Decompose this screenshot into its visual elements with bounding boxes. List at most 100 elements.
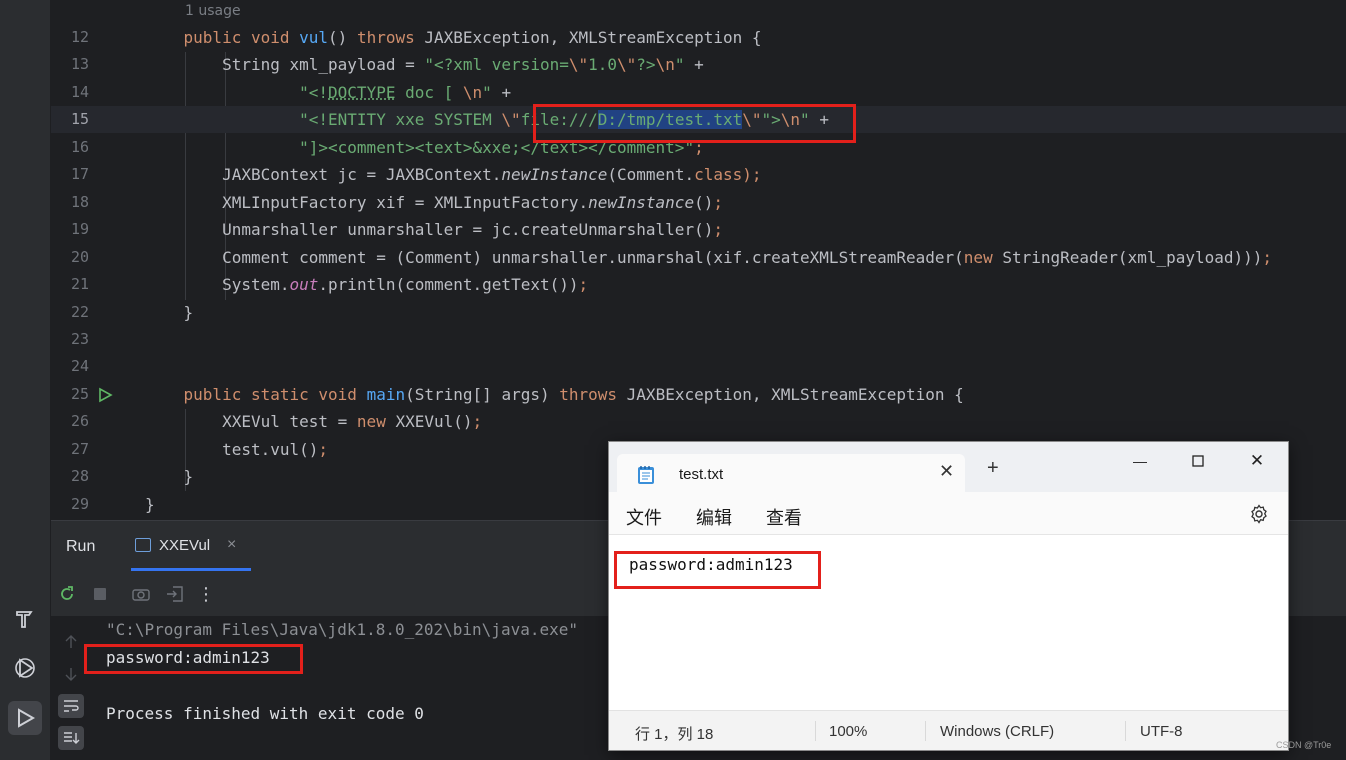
build-hammer-icon[interactable] xyxy=(8,602,42,636)
code-token: void xyxy=(318,384,357,404)
run-tool-icon[interactable] xyxy=(8,701,42,735)
code-token: \" xyxy=(742,110,762,130)
close-tab-icon[interactable]: × xyxy=(227,536,236,554)
scroll-down-icon[interactable] xyxy=(58,662,84,686)
code-token: "<!ENTITY xxe SYSTEM xyxy=(299,110,502,130)
code-token: newInstance xyxy=(588,192,695,212)
line-number[interactable]: 28 xyxy=(51,463,89,490)
line-number[interactable]: 17 xyxy=(51,161,89,188)
code-line[interactable]: 26 XXEVul test = new XXEVul(); xyxy=(51,408,1346,435)
notepad-titlebar[interactable]: test.txt ✕ + — ✕ xyxy=(609,442,1288,492)
code-token: Unmarshaller unmarshaller = jc.createUnm… xyxy=(145,220,714,240)
usage-hint[interactable]: 1 usage xyxy=(185,0,241,22)
code-line[interactable]: 12 public void vul() throws JAXBExceptio… xyxy=(51,24,1346,51)
line-number[interactable]: 12 xyxy=(51,24,89,51)
menu-edit[interactable]: 编辑 xyxy=(696,504,732,530)
code-token: new xyxy=(963,247,993,267)
new-tab-icon[interactable]: + xyxy=(987,458,999,478)
code-line[interactable]: 20 Comment comment = (Comment) unmarshal… xyxy=(51,244,1346,271)
code-line[interactable]: 23 xyxy=(51,326,1346,353)
run-main-gutter-icon[interactable] xyxy=(97,387,113,403)
line-number[interactable]: 27 xyxy=(51,436,89,463)
code-token: \n xyxy=(462,82,483,102)
code-text: } xyxy=(145,299,194,326)
notepad-text-area[interactable]: password:admin123 xyxy=(609,535,1288,710)
code-line[interactable]: 22 } xyxy=(51,299,1346,326)
code-token: newInstance xyxy=(501,165,608,185)
code-token: ; xyxy=(318,439,329,459)
notepad-statusbar: 行 1，列 18 100% Windows (CRLF) UTF-8 xyxy=(609,710,1288,750)
console-line: password:admin123 xyxy=(106,648,270,667)
line-number[interactable]: 13 xyxy=(51,51,89,78)
watermark: CSDN @Tr0e xyxy=(1276,740,1332,750)
close-window-icon[interactable]: ✕ xyxy=(1242,450,1272,472)
notepad-tab[interactable]: test.txt ✕ xyxy=(617,454,965,492)
scroll-up-icon[interactable] xyxy=(58,630,84,654)
code-text: String xml_payload = "<?xml version=\"1.… xyxy=(145,51,704,78)
line-number[interactable]: 22 xyxy=(51,299,89,326)
restore-layout-icon[interactable] xyxy=(165,584,185,604)
more-options-icon[interactable]: ⋮ xyxy=(196,584,216,605)
line-number[interactable]: 18 xyxy=(51,189,89,216)
line-number[interactable]: 20 xyxy=(51,244,89,271)
code-token: public xyxy=(183,28,242,47)
code-token: \" xyxy=(617,55,637,75)
code-token: throws xyxy=(356,28,415,47)
code-line[interactable]: 21 System.out.println(comment.getText())… xyxy=(51,271,1346,298)
notepad-window[interactable]: test.txt ✕ + — ✕ 文件 编辑 查看 password:admin… xyxy=(608,441,1289,751)
code-token: (String[] args) xyxy=(405,384,560,404)
line-number[interactable]: 15 xyxy=(51,106,89,133)
code-token: D:/tmp/test.txt xyxy=(597,110,743,130)
code-line[interactable]: 15 "<!ENTITY xxe SYSTEM \"file:///D:/tmp… xyxy=(51,106,1346,134)
notepad-app-icon xyxy=(637,465,655,485)
status-divider xyxy=(925,721,926,741)
settings-gear-icon[interactable] xyxy=(1249,504,1269,524)
code-line[interactable]: 13 String xml_payload = "<?xml version=\… xyxy=(51,51,1346,78)
code-token: () xyxy=(694,192,714,212)
code-token: " xyxy=(800,110,810,130)
menu-view[interactable]: 查看 xyxy=(766,504,802,530)
line-number[interactable]: 29 xyxy=(51,491,89,518)
terminal-icon[interactable] xyxy=(8,750,42,760)
code-text: XXEVul test = new XXEVul(); xyxy=(145,408,482,435)
code-line[interactable]: 18 XMLInputFactory xif = XMLInputFactory… xyxy=(51,189,1346,216)
line-number[interactable]: 19 xyxy=(51,216,89,243)
camera-icon[interactable] xyxy=(131,584,151,604)
close-tab-icon[interactable]: ✕ xyxy=(939,461,954,482)
code-line[interactable]: 25 public static void main(String[] args… xyxy=(51,381,1346,408)
menu-file[interactable]: 文件 xyxy=(626,504,662,530)
line-number[interactable]: 16 xyxy=(51,134,89,161)
code-token: Comment comment = (Comment) unmarshaller… xyxy=(145,247,964,267)
status-cursor-position[interactable]: 行 1，列 18 xyxy=(635,723,713,744)
minimize-icon[interactable]: — xyxy=(1125,450,1155,472)
soft-wrap-icon[interactable] xyxy=(58,694,84,718)
code-token: public xyxy=(183,384,242,404)
line-number[interactable]: 26 xyxy=(51,408,89,435)
code-line[interactable]: 16 "]><comment><text>&xxe;</text></comme… xyxy=(51,134,1346,161)
code-text: public static void main(String[] args) t… xyxy=(145,381,964,408)
run-config-tab[interactable]: XXEVul × xyxy=(131,521,251,571)
code-text: "<!DOCTYPE doc [ \n" + xyxy=(145,79,511,106)
line-number[interactable]: 25 xyxy=(51,381,89,408)
status-line-ending[interactable]: Windows (CRLF) xyxy=(940,723,1054,740)
code-line[interactable]: 24 xyxy=(51,353,1346,380)
line-number[interactable]: 21 xyxy=(51,271,89,298)
line-number[interactable]: 24 xyxy=(51,353,89,380)
console-line: Process finished with exit code 0 xyxy=(106,704,424,723)
line-number[interactable]: 14 xyxy=(51,79,89,106)
code-token: "<! xyxy=(299,82,329,102)
scroll-to-end-icon[interactable] xyxy=(58,726,84,750)
line-number[interactable]: 23 xyxy=(51,326,89,353)
stop-icon[interactable] xyxy=(90,584,110,604)
status-encoding[interactable]: UTF-8 xyxy=(1140,723,1183,740)
status-zoom[interactable]: 100% xyxy=(829,723,867,740)
services-icon[interactable] xyxy=(8,651,42,685)
rerun-icon[interactable] xyxy=(57,584,77,604)
notepad-tab-title: test.txt xyxy=(679,466,724,483)
code-line[interactable]: 19 Unmarshaller unmarshaller = jc.create… xyxy=(51,216,1346,243)
maximize-icon[interactable] xyxy=(1183,450,1213,472)
code-line[interactable]: 14 "<!DOCTYPE doc [ \n" + xyxy=(51,79,1346,106)
code-line[interactable]: 17 JAXBContext jc = JAXBContext.newInsta… xyxy=(51,161,1346,188)
